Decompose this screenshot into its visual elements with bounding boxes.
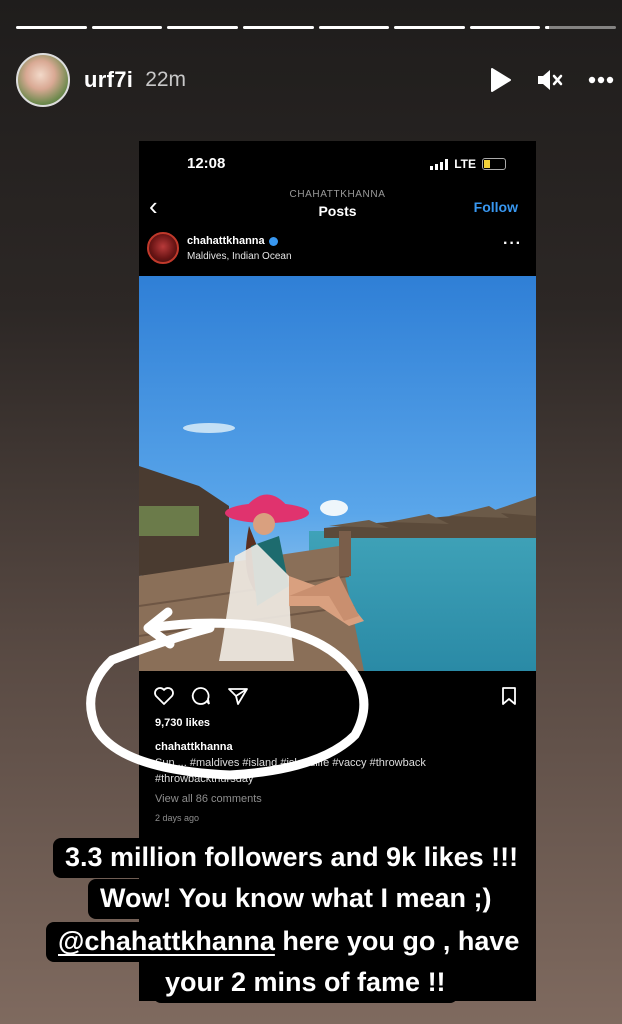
progress-segment — [469, 26, 541, 29]
battery-icon — [482, 158, 506, 170]
story-username[interactable]: urf7i — [84, 67, 133, 93]
post-actions — [153, 686, 518, 708]
story-actions — [488, 67, 614, 93]
post-photo — [139, 276, 536, 671]
story-caption-line-3-text: here you go , have — [274, 926, 520, 956]
like-heart-icon[interactable] — [153, 686, 175, 711]
verified-badge-icon — [268, 236, 278, 246]
story-caption-line-2: Wow! You know what I mean ;) — [88, 879, 504, 919]
follow-button[interactable]: Follow — [474, 199, 518, 215]
signal-icon — [430, 158, 449, 170]
post-username[interactable]: chahattkhanna — [187, 235, 265, 247]
progress-segment — [91, 26, 163, 29]
story-time: 22m — [145, 68, 187, 91]
caption-text: Sun ... #maldives #island #islandlife #v… — [155, 757, 426, 785]
view-comments-link[interactable]: View all 86 comments — [155, 793, 262, 805]
mute-icon[interactable] — [536, 67, 564, 93]
mention-link[interactable]: @chahattkhanna — [58, 926, 275, 956]
story-caption-line-4: your 2 mins of fame !! — [153, 963, 458, 1003]
likes-count[interactable]: 9,730 likes — [155, 717, 210, 729]
progress-segment — [167, 26, 238, 29]
post-location[interactable]: Maldives, Indian Ocean — [187, 251, 292, 262]
comment-icon[interactable] — [190, 686, 212, 711]
share-send-icon[interactable] — [227, 686, 249, 711]
avatar[interactable] — [16, 53, 70, 107]
progress-segment — [242, 26, 314, 29]
more-icon[interactable] — [588, 76, 614, 84]
status-time: 12:08 — [187, 155, 226, 172]
story-progress — [16, 26, 616, 29]
progress-segment — [16, 26, 87, 29]
posted-ago: 2 days ago — [155, 813, 200, 823]
story-header: urf7i 22m — [16, 52, 614, 108]
story-caption-line-1: 3.3 million followers and 9k likes !!! — [53, 838, 531, 878]
caption-username[interactable]: chahattkhanna — [155, 741, 233, 753]
post-avatar[interactable] — [147, 232, 179, 264]
ig-nav-bar: ‹ CHAHATTKHANNA Posts Follow — [139, 185, 536, 225]
progress-segment — [394, 26, 465, 29]
post-header: chahattkhanna Maldives, Indian Ocean ··· — [139, 229, 536, 273]
play-icon[interactable] — [488, 67, 512, 93]
post-more-icon[interactable]: ··· — [503, 235, 522, 253]
story-caption-line-3: @chahattkhanna here you go , have — [46, 922, 532, 962]
post-username-row[interactable]: chahattkhanna — [187, 235, 278, 247]
bookmark-icon[interactable] — [500, 686, 518, 711]
phone-status-bar: 12:08 LTE — [139, 155, 536, 175]
network-label: LTE — [454, 157, 476, 171]
progress-segment — [545, 26, 616, 29]
progress-segment — [318, 26, 390, 29]
